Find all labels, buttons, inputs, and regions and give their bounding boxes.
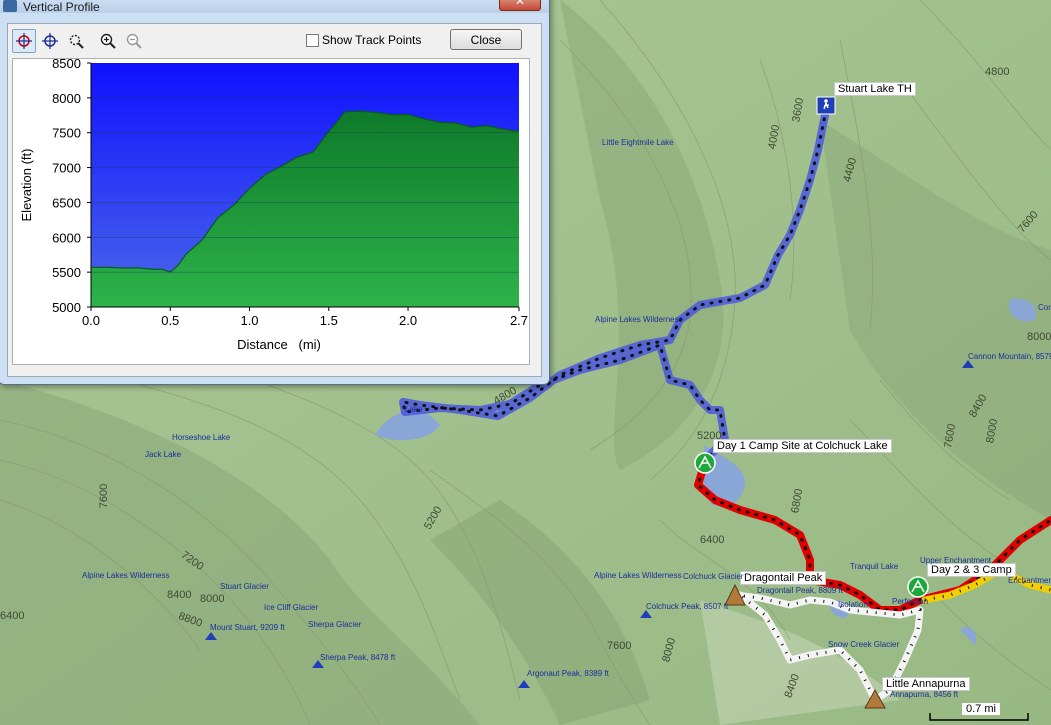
elevation-chart-svg: 5000 5500 6000 6500 7000 7500 8000 8500 0.0 0.5 1.… [19,59,528,352]
window-close-button[interactable]: ✕ [499,0,541,11]
zoom-in-button[interactable] [96,29,120,53]
poi-label: Dragontail Peak, 8809 ft [757,586,843,595]
x-tick-label: 1.5 [320,313,338,328]
poi-label: Stuart Glacier [220,582,269,591]
poi-label: Argonaut Peak, 8389 ft [527,669,609,678]
contour-label: 4800 [985,66,1010,78]
poi-label: Jack Lake [145,450,182,459]
y-tick-label: 6000 [52,230,81,245]
poi-label: Snow Creek Glacier [828,640,900,649]
zoom-out-button[interactable] [122,29,146,53]
poi-label: Annapurna, 8456 ft [890,690,959,699]
trail-label-day1-camp: Day 1 Camp Site at Colchuck Lake [713,439,892,453]
contour-label: 6400 [700,534,725,546]
x-tick-label: 1.0 [240,313,258,328]
poi-label: Lake [405,405,423,414]
poi-label: Perfection [892,597,929,606]
contour-label: 8000 [200,593,225,605]
checkbox-box[interactable] [306,33,319,47]
poi-label: Isolation [838,600,868,609]
poi-label: Horseshoe Lake [172,433,231,442]
crosshair-tool-icon [42,33,58,49]
app-icon [3,0,17,12]
x-tick-label: 0.5 [161,313,179,328]
y-tick-label: 8000 [52,91,81,106]
poi-label: Little Eightmile Lake [602,138,674,147]
trail-label-stuart-lake-th: Stuart Lake TH [834,82,916,96]
zoom-in-icon [100,33,116,49]
contour-label: 7600 [98,483,111,509]
select-tool-icon [16,33,32,49]
poi-label: Colchuck Glacier [683,572,744,581]
campsite-icon-day2[interactable] [907,576,929,598]
y-tick-label: 7000 [52,161,81,176]
zoom-out-icon [126,33,142,49]
select-tool-button[interactable] [12,29,36,53]
y-axis-title: Elevation (ft) [19,149,34,222]
elevation-profile-chart[interactable]: 5000 5500 6000 6500 7000 7500 8000 8500 0.0 0.5 1.… [12,58,530,365]
show-track-points-checkbox[interactable]: Show Track Points [306,33,421,47]
map-scale-label: 0.7 mi [962,703,1000,715]
x-tick-label: 0.0 [82,313,100,328]
contour-label: 7600 [607,640,632,652]
poi-label: Colchuck Peak, 8507 ft [646,602,729,611]
contour-label: 8400 [167,589,192,601]
x-tick-label: 2.7 [510,313,528,328]
poi-label: Mount Stuart, 9209 ft [210,623,285,632]
trailhead-icon[interactable] [816,96,836,115]
poi-label: Alpine Lakes Wilderness [595,315,683,324]
crosshair-tool-button[interactable] [38,29,62,53]
trail-label-dragontail-peak: Dragontail Peak [740,571,827,585]
contour-label: 8000 [1027,331,1051,343]
trail-label-day2-3-camp: Day 2 & 3 Camp [927,563,1016,577]
poi-label: Alpine Lakes Wilderness [82,571,170,580]
poi-label: Cor [1038,303,1051,312]
contour-label: 5200 [697,430,722,442]
x-tick-label: 2.0 [399,313,417,328]
y-tick-label: 5500 [52,265,81,280]
poi-label: Upper Enchantment [920,556,992,565]
poi-label: Enchantment [1008,576,1051,585]
y-tick-label: 8500 [52,59,81,71]
window-titlebar[interactable]: Vertical Profile ✕ [0,0,549,14]
y-tick-label: 5000 [52,300,81,315]
zoom-area-icon [69,34,84,49]
poi-label: Tranquil Lake [850,562,899,571]
poi-label: Sherpa Glacier [308,620,362,629]
y-tick-label: 7500 [52,126,81,141]
dialog-client-area: Show Track Points Close 5000 5500 6000 6500… [7,23,542,377]
close-button[interactable]: Close [450,29,522,50]
trail-label-little-annapurna: Little Annapurna [882,677,970,691]
poi-label: Ice Cliff Glacier [264,603,319,612]
vertical-profile-window: Vertical Profile ✕ Show Track Points Clo… [0,0,550,385]
campsite-icon-day1[interactable] [694,452,716,474]
contour-label: 6400 [0,610,25,622]
zoom-area-tool-button[interactable] [64,29,88,53]
poi-label: Sherpa Peak, 8478 ft [320,653,396,662]
x-axis-title: Distance (mi) [237,337,321,352]
poi-label: Cannon Mountain, 8579 ft [968,352,1051,361]
window-title: Vertical Profile [23,0,100,14]
poi-label: Alpine Lakes Wilderness [594,571,682,580]
show-track-points-label: Show Track Points [322,33,422,47]
y-tick-label: 6500 [52,195,81,210]
